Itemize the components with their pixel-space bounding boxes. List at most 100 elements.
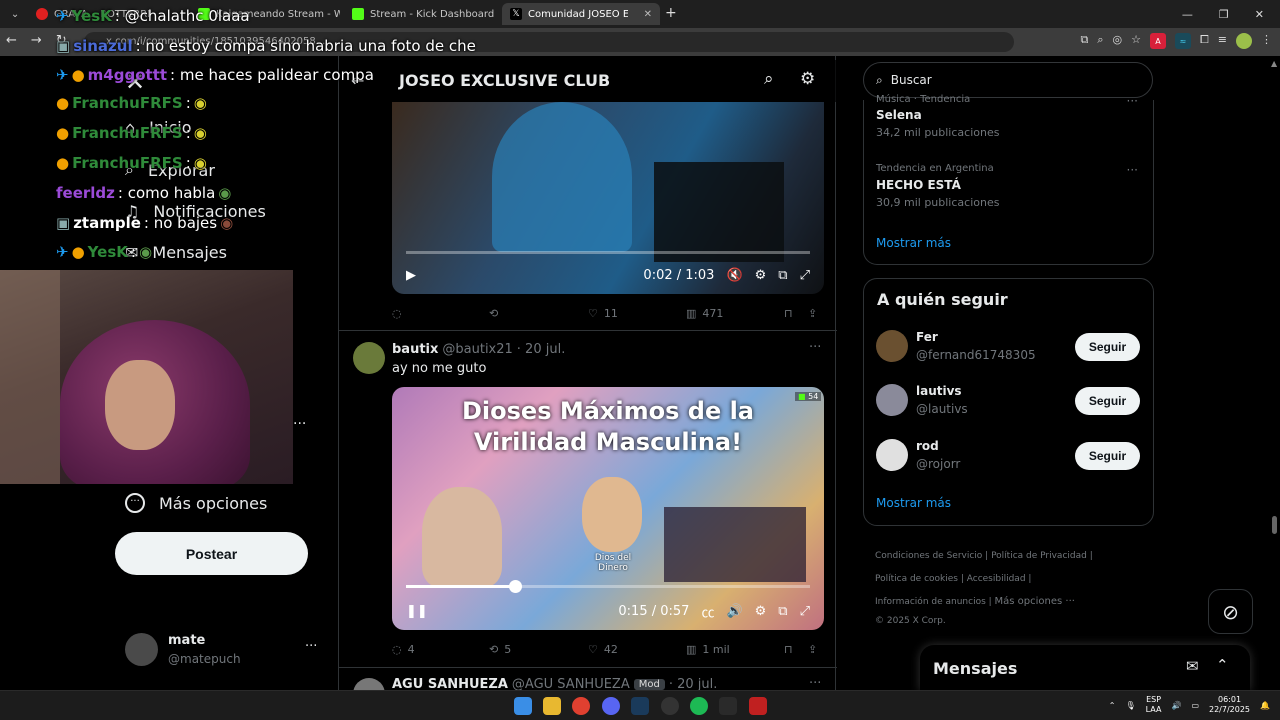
scrollbar-thumb[interactable] xyxy=(1272,516,1277,534)
account-switcher[interactable]: mate @matepuch ··· xyxy=(125,633,325,673)
like-button[interactable]: ♡ 11 xyxy=(588,307,618,320)
volume-icon[interactable]: 🔊 xyxy=(1171,701,1181,710)
back-icon[interactable]: ← xyxy=(6,33,17,48)
new-message-icon[interactable]: ✉ xyxy=(1186,657,1199,675)
chevron-up-icon[interactable]: ⌃ xyxy=(1109,701,1116,710)
spotify-icon[interactable] xyxy=(690,697,708,715)
avatar[interactable] xyxy=(876,330,908,362)
expand-icon[interactable]: ⌃ xyxy=(1216,656,1229,674)
gear-icon[interactable]: ⚙ xyxy=(800,69,815,89)
more-dots-icon[interactable]: ··· xyxy=(305,639,317,654)
volume-icon[interactable]: 🔊 xyxy=(726,604,742,619)
follow-button[interactable]: Seguir xyxy=(1075,442,1140,470)
footer-link[interactable]: Accesibilidad xyxy=(967,574,1026,584)
trend-item[interactable]: Música · Tendencia Selena 34,2 mil publi… xyxy=(876,94,1146,142)
app-icon[interactable] xyxy=(749,697,767,715)
search-icon[interactable]: ⌕ xyxy=(764,69,774,89)
more-dots-icon[interactable]: ··· xyxy=(1127,163,1138,177)
reply-button[interactable]: ◌ xyxy=(392,307,408,320)
new-tab-button[interactable]: + xyxy=(665,5,677,21)
mic-icon[interactable]: 🎙 xyxy=(1126,701,1136,710)
battery-icon[interactable]: ▭ xyxy=(1191,701,1199,710)
captions-icon[interactable]: ㏄ xyxy=(701,602,714,621)
follow-handle[interactable]: @lautivs xyxy=(916,402,968,416)
footer-link[interactable]: Política de cookies xyxy=(875,574,958,584)
fullscreen-icon[interactable]: ⤢ xyxy=(800,268,810,283)
zoom-icon[interactable]: ⌕ xyxy=(1097,33,1103,49)
like-button[interactable]: ♡ 42 xyxy=(588,643,618,656)
more-dots-icon[interactable]: ··· xyxy=(809,340,821,355)
restore-icon[interactable]: ❐ xyxy=(1219,8,1229,21)
follow-name[interactable]: lautivs xyxy=(916,384,962,398)
follow-button[interactable]: Seguir xyxy=(1075,387,1140,415)
abp-icon[interactable]: A xyxy=(1149,33,1166,49)
views-button[interactable]: ▥ 471 xyxy=(686,307,723,320)
star-icon[interactable]: ☆ xyxy=(1131,33,1141,49)
post-date[interactable]: · 20 jul. xyxy=(517,342,566,357)
follow-handle[interactable]: @fernand61748305 xyxy=(916,348,1036,362)
menu-icon[interactable]: ⋮ xyxy=(1261,33,1272,49)
clock[interactable]: 06:01 22/7/2025 xyxy=(1209,695,1250,715)
more-dots-icon[interactable]: ··· xyxy=(293,416,306,432)
post-button[interactable]: Postear xyxy=(115,532,308,575)
minimize-icon[interactable]: — xyxy=(1182,8,1193,21)
bookmark-button[interactable]: ⊓ xyxy=(784,307,793,320)
cast-icon[interactable]: ⧉ xyxy=(1080,33,1088,49)
pause-icon[interactable]: ❚❚ xyxy=(406,604,428,619)
play-icon[interactable]: ▶ xyxy=(406,268,416,283)
start-icon[interactable] xyxy=(514,697,532,715)
trend-item[interactable]: Tendencia en Argentina HECHO ESTÁ 30,9 m… xyxy=(876,163,1146,211)
terminal-icon[interactable] xyxy=(719,697,737,715)
footer-link[interactable]: Información de anuncios xyxy=(875,597,986,607)
messages-drawer[interactable]: Mensajes ✉ ⌃ xyxy=(920,645,1250,691)
profile-avatar[interactable] xyxy=(1236,33,1252,49)
more-dots-icon[interactable]: ··· xyxy=(1127,94,1138,108)
follow-button[interactable]: Seguir xyxy=(1075,333,1140,361)
repost-button[interactable]: ⟲ 5 xyxy=(489,643,511,656)
tab-3[interactable]: 𝕏 Comunidad JOSEO EXCLUSIVE ✕ xyxy=(502,3,660,25)
views-button[interactable]: ▥ 1 mil xyxy=(686,643,730,656)
share-button[interactable]: ⇪ xyxy=(808,307,817,320)
notifications-icon[interactable]: 🔔 xyxy=(1260,701,1270,710)
file-explorer-icon[interactable] xyxy=(543,697,561,715)
video-progress-track[interactable] xyxy=(406,251,810,254)
pip-icon[interactable]: ⧉ xyxy=(778,268,787,283)
sidebar-item-more[interactable]: ··· Más opciones xyxy=(125,493,267,513)
settings-icon[interactable]: ⚙ xyxy=(755,268,767,283)
settings-icon[interactable]: ⚙ xyxy=(755,604,767,619)
steam-icon[interactable] xyxy=(631,697,649,715)
chrome-icon[interactable] xyxy=(572,697,590,715)
discord-icon[interactable] xyxy=(602,697,620,715)
reply-button[interactable]: ◌ 4 xyxy=(392,643,415,656)
close-window-icon[interactable]: ✕ xyxy=(1255,8,1264,21)
repost-button[interactable]: ⟲ xyxy=(489,307,504,320)
show-more-link[interactable]: Mostrar más xyxy=(876,236,951,250)
close-icon[interactable]: ✕ xyxy=(644,9,652,20)
fullscreen-icon[interactable]: ⤢ xyxy=(800,604,810,619)
show-more-link[interactable]: Mostrar más xyxy=(876,496,951,510)
avatar[interactable] xyxy=(876,439,908,471)
author-handle[interactable]: @bautix21 xyxy=(442,342,512,357)
grok-button[interactable]: ⊘ xyxy=(1208,589,1253,634)
more-dots-icon[interactable]: ··· xyxy=(809,676,821,691)
follow-name[interactable]: rod xyxy=(916,439,939,453)
follow-name[interactable]: Fer xyxy=(916,330,938,344)
eye-off-icon[interactable]: ◎ xyxy=(1112,33,1122,49)
follow-handle[interactable]: @rojorr xyxy=(916,457,960,471)
footer-link[interactable]: Más opciones ··· xyxy=(995,596,1075,607)
avatar[interactable] xyxy=(353,342,385,374)
sidebar-icon[interactable]: ≡ xyxy=(1218,33,1227,49)
footer-link[interactable]: Condiciones de Servicio xyxy=(875,551,982,561)
bookmark-button[interactable]: ⊓ xyxy=(784,643,793,656)
language-indicator[interactable]: ESP LAA xyxy=(1146,695,1162,715)
share-button[interactable]: ⇪ xyxy=(808,643,817,656)
video-progress-track[interactable] xyxy=(406,580,810,593)
video-player[interactable]: Dioses Máximos de la Virilidad Masculina… xyxy=(392,387,824,630)
search-input[interactable]: ⌕ Buscar xyxy=(863,62,1153,98)
obs-icon[interactable] xyxy=(661,697,679,715)
pip-icon[interactable]: ⧉ xyxy=(778,604,787,619)
video-player[interactable]: ▶ 0:02 / 1:03 🔇 ⚙ ⧉ ⤢ xyxy=(392,102,824,294)
extension-icon[interactable]: ≈ xyxy=(1174,33,1191,49)
forward-icon[interactable]: → xyxy=(31,33,42,48)
mute-icon[interactable]: 🔇 xyxy=(726,268,742,283)
